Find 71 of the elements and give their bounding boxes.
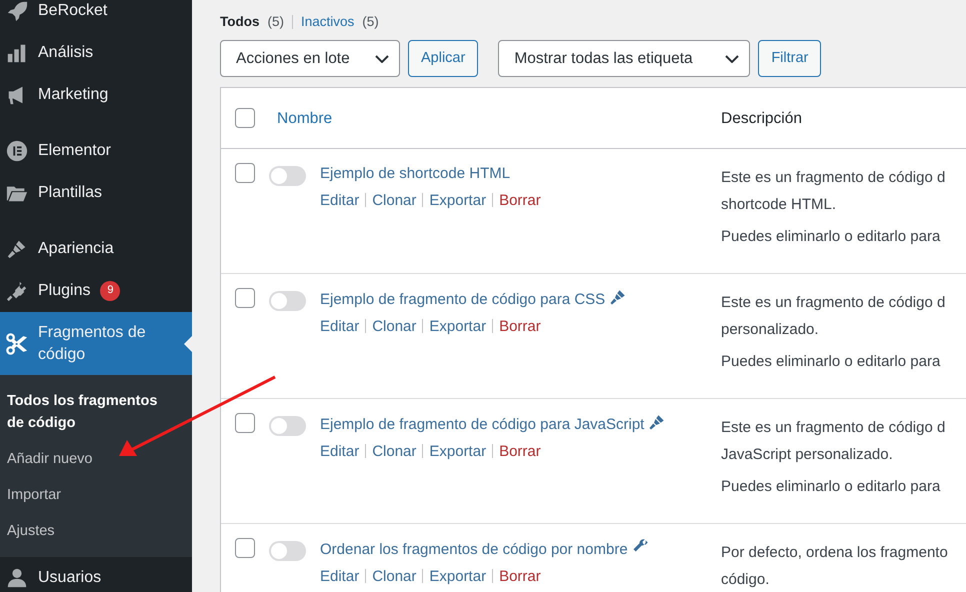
snippet-name-link[interactable]: Ordenar los fragmentos de código por nombre bbox=[320, 541, 628, 558]
submenu-item[interactable]: Importar bbox=[0, 477, 192, 513]
row-action-link[interactable]: Clonar bbox=[372, 442, 416, 460]
row-action-link[interactable]: Clonar bbox=[372, 192, 416, 209]
scissors-icon bbox=[6, 332, 28, 354]
view-count: (5) bbox=[362, 13, 379, 31]
select-all-checkbox[interactable] bbox=[235, 108, 255, 128]
sidebar-item[interactable]: Usuarios bbox=[0, 557, 192, 592]
view-link[interactable]: Inactivos bbox=[301, 12, 354, 32]
row-action-link[interactable]: Borrar bbox=[499, 568, 541, 585]
chevron-down-icon bbox=[725, 54, 740, 63]
column-header: Descripción bbox=[721, 108, 802, 129]
toggle-switch[interactable] bbox=[269, 291, 306, 312]
elementor-icon bbox=[6, 140, 28, 162]
description-note: Puedes eliminarlo o editarlo para bbox=[721, 476, 942, 497]
toggle-switch[interactable] bbox=[269, 416, 306, 436]
row-action-link[interactable]: Clonar bbox=[372, 318, 416, 335]
paintbrush-icon bbox=[609, 288, 628, 306]
row-action-link[interactable]: Exportar bbox=[429, 568, 486, 585]
plug-icon bbox=[6, 280, 28, 302]
row-action-link[interactable]: Editar bbox=[320, 318, 360, 335]
snippet-name-link[interactable]: Ejemplo de fragmento de código para JavaScript bbox=[320, 416, 644, 434]
submenu-item[interactable]: Ajustes bbox=[0, 513, 192, 549]
description-text: Este es un fragmento de código d shortcode HTML. bbox=[721, 168, 946, 214]
description-text: Este es un fragmento de código d personalizado. bbox=[721, 293, 946, 340]
row-checkbox[interactable] bbox=[235, 288, 255, 308]
sidebar-item[interactable]: Elementor bbox=[0, 130, 192, 172]
row-action-link[interactable]: Exportar bbox=[429, 318, 486, 335]
bar-chart-icon bbox=[6, 42, 28, 64]
submenu-item[interactable]: Añadir nuevo bbox=[0, 441, 192, 477]
row-checkbox[interactable] bbox=[235, 163, 255, 184]
sidebar-item[interactable]: Plugins 9 bbox=[0, 270, 192, 312]
chevron-down-icon bbox=[375, 54, 389, 63]
dropdown-select[interactable]: Mostrar todas las etiqueta bbox=[498, 40, 750, 78]
view-link[interactable]: Todos bbox=[220, 12, 260, 32]
toggle-switch[interactable] bbox=[269, 166, 306, 186]
row-action-link[interactable]: Exportar bbox=[429, 442, 486, 460]
user-icon bbox=[6, 567, 28, 589]
description-note: Puedes eliminarlo o editarlo para bbox=[721, 352, 942, 372]
snippet-name-link[interactable]: Ejemplo de fragmento de código para CSS bbox=[320, 291, 606, 308]
row-action-link[interactable]: Clonar bbox=[372, 568, 416, 585]
row-action-link[interactable]: Borrar bbox=[499, 318, 541, 335]
description-text: Este es un fragmento de código d JavaScript personalizado. bbox=[721, 418, 946, 464]
count-badge: 9 bbox=[100, 281, 120, 301]
view-count: (5) bbox=[268, 13, 284, 31]
row-action-link[interactable]: Borrar bbox=[499, 192, 541, 209]
filter-button[interactable]: Filtrar bbox=[758, 40, 822, 78]
sidebar-item[interactable]: Plantillas bbox=[0, 172, 192, 214]
row-action-link[interactable]: Editar bbox=[320, 568, 360, 585]
column-header[interactable]: Nombre bbox=[277, 106, 332, 130]
apply-button[interactable]: Aplicar bbox=[408, 40, 478, 78]
paintbrush-icon bbox=[648, 413, 666, 432]
description-note: Puedes eliminarlo o editarlo para bbox=[721, 226, 942, 247]
sidebar-item[interactable]: Fragmentos de código bbox=[0, 312, 192, 375]
sidebar-item[interactable]: Análisis bbox=[0, 32, 192, 74]
row-action-link[interactable]: Editar bbox=[320, 192, 360, 209]
snippet-name-link[interactable]: Ejemplo de shortcode HTML bbox=[320, 165, 510, 182]
description-text: Por defecto, ordena los fragmento código. bbox=[721, 543, 949, 590]
sidebar-item[interactable]: Marketing bbox=[0, 74, 192, 116]
dropdown-select[interactable]: Acciones en lote bbox=[220, 40, 400, 78]
row-checkbox[interactable] bbox=[235, 413, 255, 434]
toggle-switch[interactable] bbox=[269, 541, 306, 562]
row-action-link[interactable]: Borrar bbox=[499, 442, 541, 460]
row-action-link[interactable]: Editar bbox=[320, 442, 360, 460]
sidebar-item[interactable]: BeRocket bbox=[0, 0, 192, 32]
sidebar-item[interactable]: Apariencia bbox=[0, 228, 192, 270]
rocket-icon bbox=[6, 0, 28, 22]
row-checkbox[interactable] bbox=[235, 538, 255, 558]
row-action-link[interactable]: Exportar bbox=[429, 192, 486, 209]
submenu-item[interactable]: Todos los fragmentos de código bbox=[0, 383, 192, 441]
paintbrush-icon bbox=[6, 238, 28, 260]
